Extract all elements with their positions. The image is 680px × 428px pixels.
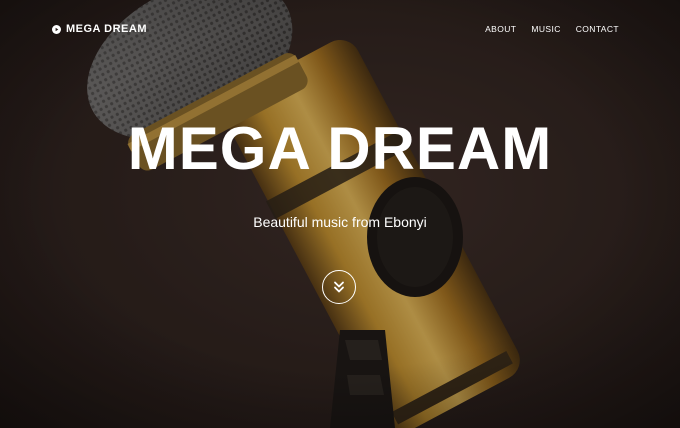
hero-title: MEGA DREAM (127, 115, 553, 182)
brand-link[interactable]: MEGA DREAM (52, 23, 147, 35)
nav-link-about[interactable]: ABOUT (485, 24, 516, 34)
scroll-down-button[interactable] (322, 270, 356, 304)
nav-link-contact[interactable]: CONTACT (576, 24, 619, 34)
nav-link-music[interactable]: MUSIC (531, 24, 560, 34)
hero-subtitle: Beautiful music from Ebonyi (253, 214, 427, 230)
top-navbar: MEGA DREAM ABOUT MUSIC CONTACT (0, 0, 680, 58)
nav-menu: ABOUT MUSIC CONTACT (485, 24, 619, 34)
double-chevron-down-icon (334, 281, 344, 293)
play-circle-icon (52, 24, 61, 34)
hero-section: MEGA DREAM ABOUT MUSIC CONTACT MEGA DREA… (0, 0, 680, 428)
brand-name: MEGA DREAM (66, 23, 147, 35)
